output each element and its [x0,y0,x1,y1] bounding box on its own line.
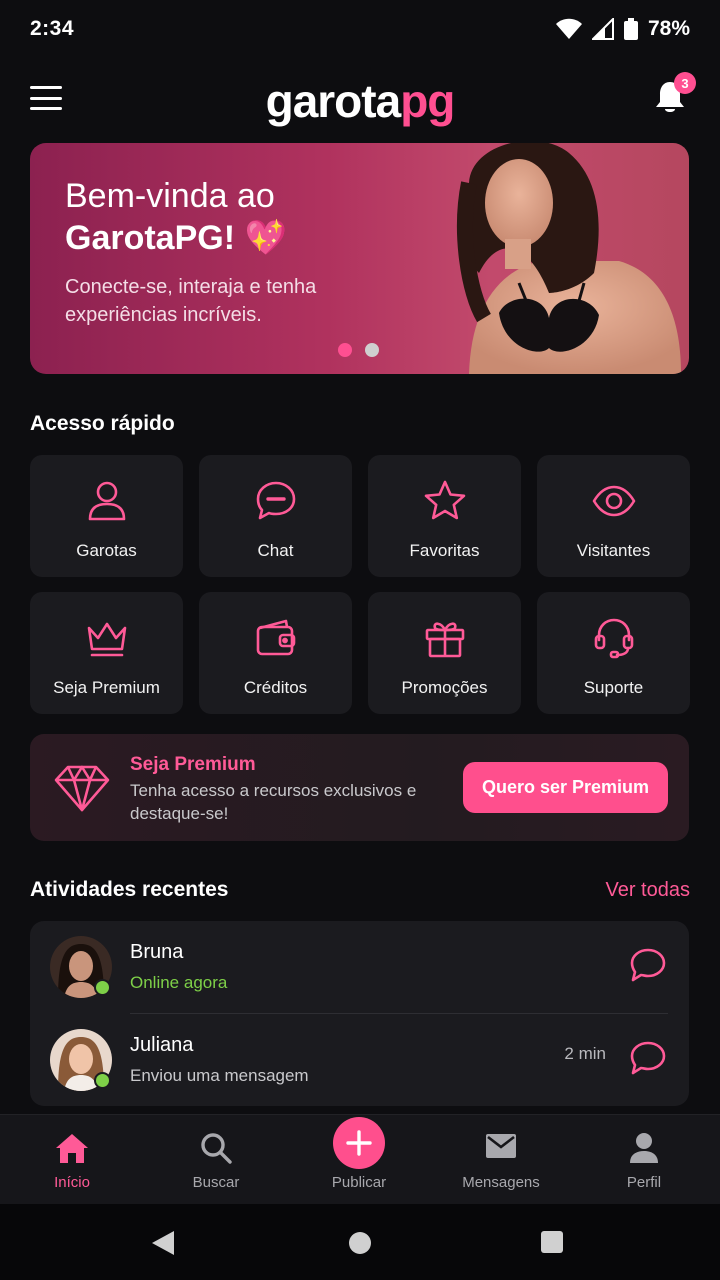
star-icon [424,480,465,520]
recents-icon[interactable] [540,1230,564,1254]
headset-icon [594,618,633,659]
tile-suporte[interactable]: Suporte [537,592,690,714]
premium-card: Seja Premium Tenha acesso a recursos exc… [30,734,689,841]
search-icon [201,1133,232,1164]
notifications-button[interactable]: 3 [654,72,696,114]
list-item[interactable]: Juliana Enviou uma mensagem 2 min [30,1014,689,1106]
quick-access-title: Acesso rápido [30,412,175,435]
app-bar: garota pg 3 [0,58,720,144]
menu-button[interactable] [30,84,62,112]
menu-icon-line [30,107,62,110]
person-icon [88,481,125,521]
quick-access-grid: Garotas Chat Favoritas Visitantes Seja P… [30,455,690,714]
nav-publicar[interactable]: Publicar [299,1115,419,1205]
mail-icon [486,1134,516,1158]
back-icon[interactable] [150,1230,176,1256]
nav-buscar[interactable]: Buscar [156,1115,276,1205]
online-indicator [94,1072,111,1089]
tile-favoritas[interactable]: Favoritas [368,455,521,577]
tile-label: Visitantes [576,541,651,560]
home-icon [56,1134,88,1163]
logo-accent: pg [400,75,455,127]
tile-label: Favoritas [409,541,480,560]
tile-label: Garotas [76,541,137,560]
nav-label: Início [54,1174,90,1191]
nav-mensagens[interactable]: Mensagens [441,1115,561,1205]
recent-activity-title: Atividades recentes [30,878,229,901]
logo-text: garota [265,75,402,127]
system-nav-bar [0,1204,720,1280]
home-button-icon[interactable] [347,1230,373,1256]
app-logo: garota pg [265,74,456,128]
menu-icon-line [30,86,62,89]
tile-label: Chat [257,541,294,560]
premium-description: Tenha acesso a recursos exclusivos e des… [130,781,417,823]
hero-model-image [457,143,681,374]
user-icon [630,1133,658,1163]
gift-icon [425,622,464,658]
tile-label: Créditos [243,678,308,697]
menu-icon-line [30,96,62,100]
diamond-icon [54,765,110,812]
tile-label: Suporte [583,678,644,697]
carousel-dot[interactable] [365,343,379,357]
battery-icon [623,18,638,40]
tile-creditos[interactable]: Créditos [199,592,352,714]
message-time: 2 min [564,1044,606,1063]
nav-label: Mensagens [462,1174,540,1191]
nav-label: Publicar [331,1174,387,1191]
plus-icon [346,1130,372,1156]
signal-icon [591,18,614,40]
carousel-dot-active[interactable] [338,343,352,357]
see-all-link[interactable]: Ver todas [605,879,690,902]
online-indicator [94,979,111,996]
chat-icon [256,481,295,520]
contact-status: Online agora [130,973,228,992]
wifi-icon [555,18,582,39]
chat-bubble-icon[interactable] [629,947,667,983]
recent-activity-list: Bruna Online agora Juliana Enviou uma me… [30,921,689,1106]
tile-promocoes[interactable]: Promoções [368,592,521,714]
premium-title: Seja Premium [130,754,256,775]
nav-label: Buscar [192,1174,240,1191]
contact-status: Enviou uma mensagem [130,1066,309,1085]
tile-visitantes[interactable]: Visitantes [537,455,690,577]
eye-icon [592,485,635,517]
battery-level: 78% [647,17,690,40]
tile-chat[interactable]: Chat [199,455,352,577]
tile-label: Seja Premium [53,678,160,697]
nav-label: Perfil [626,1174,662,1191]
status-indicators: 78% [555,17,690,41]
list-item[interactable]: Bruna Online agora [30,921,689,1013]
wallet-icon [256,619,295,656]
hero-title-line2: GarotaPG! 💖 [65,219,287,257]
publish-fab[interactable] [333,1117,385,1169]
status-time: 2:34 [30,17,75,40]
crown-icon [87,622,126,657]
hero-banner[interactable]: Bem-vinda ao GarotaPG! 💖 Conecte-se, int… [30,143,689,374]
hero-title-line1: Bem-vinda ao [65,177,275,215]
premium-cta-button[interactable]: Quero ser Premium [463,762,668,813]
carousel-dots [338,343,379,357]
hero-subtitle: Conecte-se, interaja e tenha experiência… [65,276,317,326]
contact-name: Juliana [130,1034,194,1056]
status-bar: 2:34 78% [0,0,720,58]
contact-name: Bruna [130,941,184,963]
tile-label: Promoções [401,678,488,697]
nav-inicio[interactable]: Início [12,1115,132,1205]
tile-seja-premium[interactable]: Seja Premium [30,592,183,714]
tile-garotas[interactable]: Garotas [30,455,183,577]
hero-title: Bem-vinda ao GarotaPG! 💖 [65,175,287,259]
notification-badge: 3 [674,72,696,94]
bottom-nav: Início Buscar Publicar Mensagens Perfil [0,1114,720,1204]
nav-perfil[interactable]: Perfil [584,1115,704,1205]
chat-bubble-icon[interactable] [629,1040,667,1076]
